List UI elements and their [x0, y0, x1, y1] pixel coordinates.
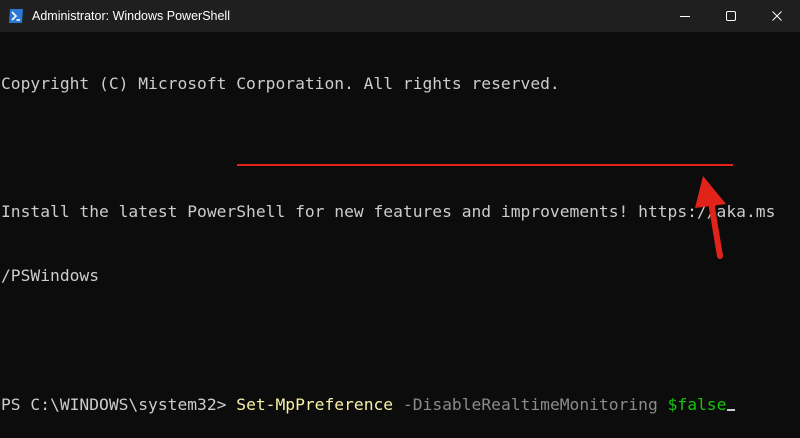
window-controls — [662, 0, 800, 32]
close-icon — [772, 11, 782, 21]
output-line-blank — [1, 137, 799, 158]
close-button[interactable] — [754, 0, 800, 32]
output-line-blank — [1, 330, 799, 351]
powershell-window: Administrator: Windows PowerShell Copyri… — [0, 0, 800, 438]
powershell-icon — [8, 8, 24, 24]
parameter-value: $false — [667, 394, 727, 414]
title-bar[interactable]: Administrator: Windows PowerShell — [0, 0, 800, 32]
text-cursor — [727, 408, 736, 411]
output-line-link-continuation: /PSWindows — [1, 266, 100, 286]
terminal-output[interactable]: Copyright (C) Microsoft Corporation. All… — [1, 30, 799, 436]
cmdlet-name: Set-MpPreference — [236, 394, 394, 414]
minimize-button[interactable] — [662, 0, 708, 32]
command-parameter: -DisableRealtimeMonitoring — [402, 394, 658, 414]
annotation-underline — [237, 164, 733, 166]
maximize-icon — [726, 11, 736, 21]
output-line-install: Install the latest PowerShell for new fe… — [1, 202, 776, 222]
annotation-arrow-icon — [695, 176, 726, 259]
prompt-path: PS C:\WINDOWS\system32> — [1, 394, 237, 414]
window-title: Administrator: Windows PowerShell — [32, 9, 230, 23]
maximize-button[interactable] — [708, 0, 754, 32]
minimize-icon — [680, 16, 690, 17]
output-line-copyright: Copyright (C) Microsoft Corporation. All… — [1, 73, 560, 93]
command-line[interactable]: PS C:\WINDOWS\system32> Set-MpPreference… — [1, 394, 799, 415]
